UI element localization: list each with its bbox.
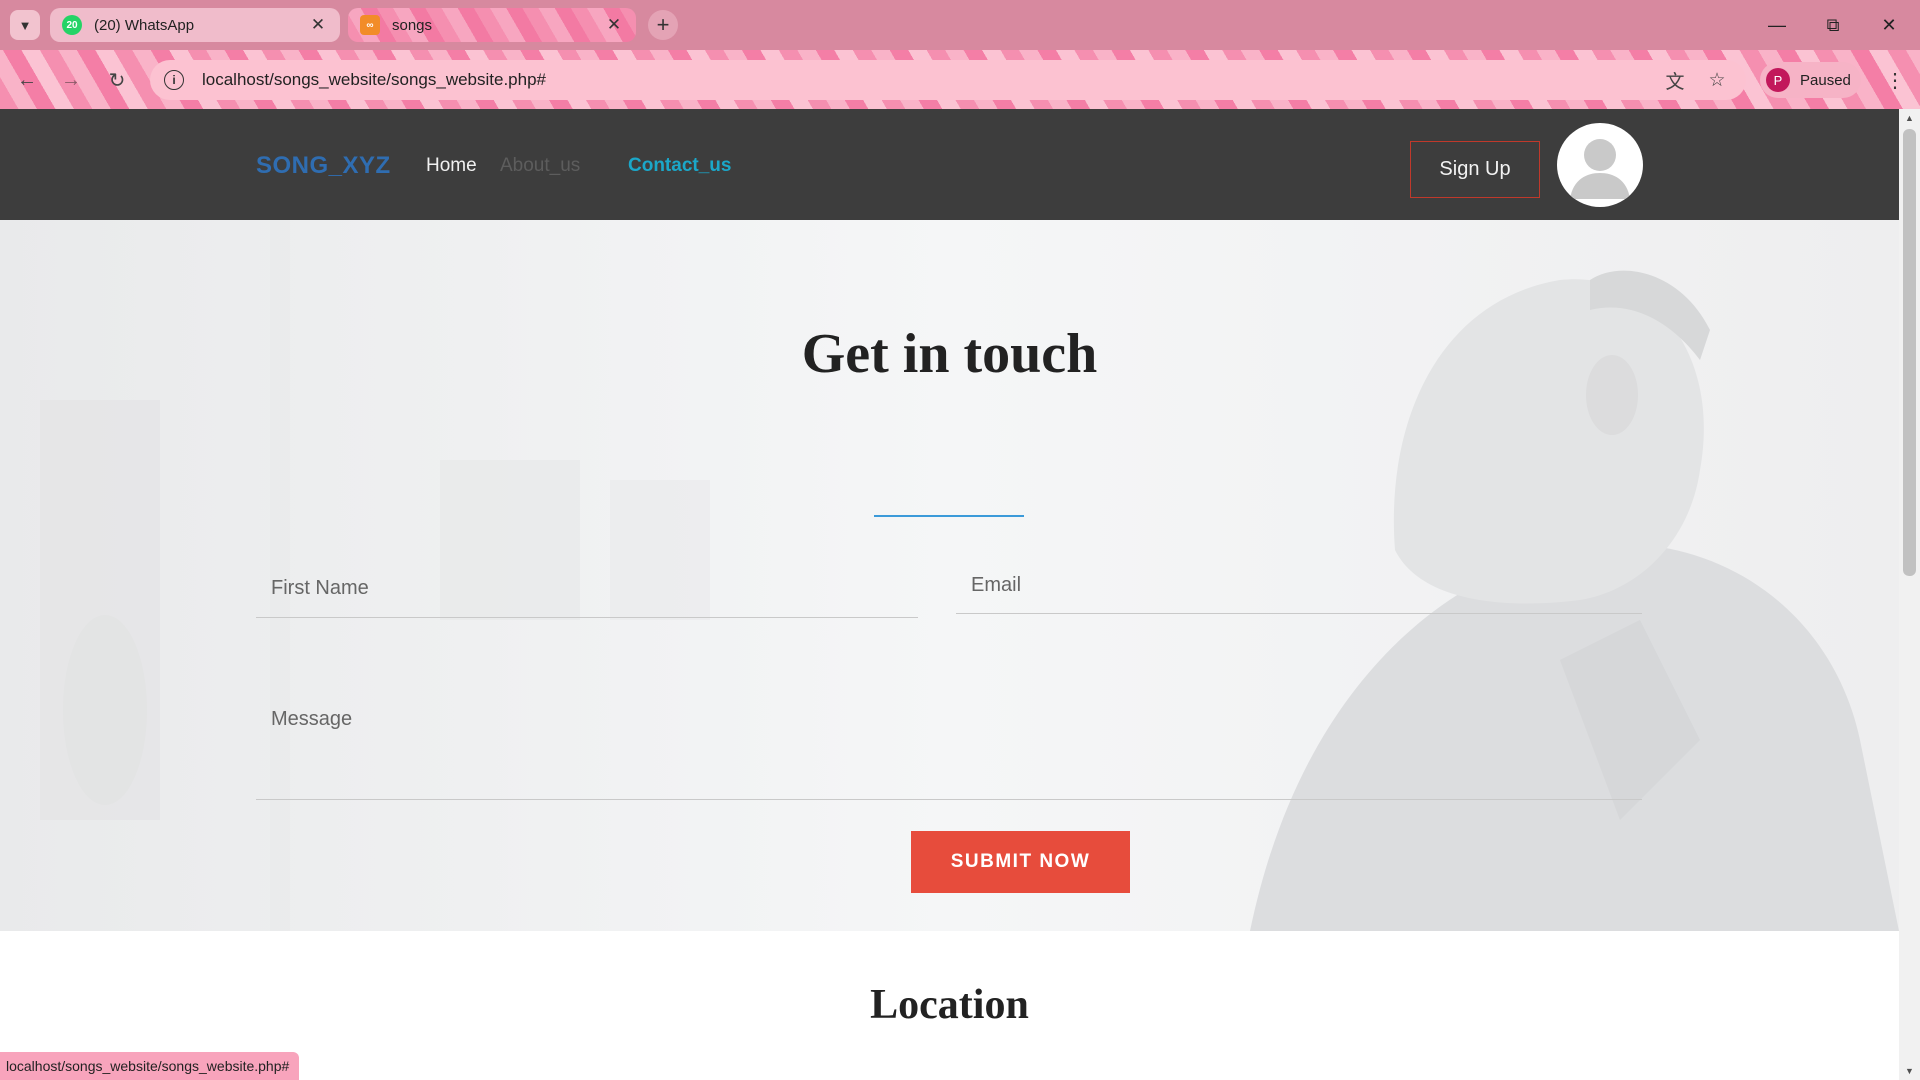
restore-button[interactable]: ⧉ (1810, 8, 1856, 42)
user-avatar[interactable] (1557, 123, 1643, 207)
minimize-icon: — (1768, 14, 1786, 35)
page-viewport: SONG_XYZ Home About_us Contact_us Sign U… (0, 109, 1920, 1080)
close-icon[interactable]: ✕ (308, 15, 328, 35)
reload-button[interactable]: ↻ (100, 63, 134, 97)
nav-link-about[interactable]: About_us (500, 155, 580, 177)
arrow-right-icon: → (61, 68, 81, 91)
page-scrollbar[interactable]: ▲ ▼ (1899, 109, 1920, 1080)
info-icon[interactable]: i (164, 70, 184, 90)
profile-button[interactable]: P Paused (1760, 62, 1861, 98)
restore-icon: ⧉ (1826, 14, 1840, 35)
first-name-input[interactable] (256, 560, 918, 618)
tab-songs[interactable]: ∞ songs ✕ (348, 8, 636, 42)
nav-link-home[interactable]: Home (426, 155, 477, 177)
chevron-down-icon: ▼ (18, 17, 32, 33)
back-button[interactable]: ← (10, 63, 44, 97)
profile-status: Paused (1800, 71, 1851, 89)
submit-button[interactable]: SUBMIT NOW (911, 831, 1130, 893)
arrow-left-icon: ← (17, 68, 37, 91)
new-tab-button[interactable]: + (648, 10, 678, 40)
xampp-icon: ∞ (360, 15, 380, 35)
tab-whatsapp[interactable]: 20 (20) WhatsApp ✕ (50, 8, 340, 42)
contact-heading: Get in touch (801, 323, 1098, 385)
url-text[interactable]: localhost/songs_website/songs_website.ph… (202, 70, 1648, 90)
site-navbar: SONG_XYZ Home About_us Contact_us Sign U… (0, 109, 1899, 220)
contact-section: Get in touch SUBMIT NOW (0, 220, 1899, 931)
star-icon[interactable]: ☆ (1702, 69, 1732, 92)
scroll-down-arrow-icon[interactable]: ▼ (1899, 1062, 1920, 1080)
reload-icon: ↻ (108, 69, 126, 92)
tab-title: songs (392, 16, 433, 34)
browser-toolbar: ← → ↻ i localhost/songs_website/songs_we… (0, 50, 1920, 109)
tab-search-menu-button[interactable]: ▼ (10, 10, 40, 40)
plus-icon: + (656, 12, 670, 37)
heading-divider (874, 515, 1024, 517)
forward-button[interactable]: → (54, 63, 88, 97)
scrollbar-thumb[interactable] (1903, 129, 1916, 576)
message-textarea[interactable] (256, 694, 1642, 800)
translate-icon[interactable]: 文 (1660, 67, 1690, 94)
nav-link-contact[interactable]: Contact_us (628, 155, 731, 177)
status-url-bubble: localhost/songs_website/songs_website.ph… (0, 1052, 300, 1080)
email-input[interactable] (956, 558, 1642, 614)
browser-menu-button[interactable]: ⋮ (1880, 63, 1910, 97)
profile-avatar: P (1766, 68, 1790, 92)
scroll-up-arrow-icon[interactable]: ▲ (1899, 109, 1920, 127)
close-window-button[interactable]: ✕ (1866, 8, 1912, 42)
browser-tabstrip: ▼ 20 (20) WhatsApp ✕ ∞ songs ✕ + — ⧉ ✕ (0, 0, 1920, 50)
address-bar[interactable]: i localhost/songs_website/songs_website.… (150, 60, 1746, 100)
minimize-button[interactable]: — (1754, 8, 1800, 42)
close-icon[interactable]: ✕ (604, 15, 624, 35)
whatsapp-icon: 20 (62, 15, 82, 35)
location-heading: Location (870, 982, 1029, 1028)
tab-title: (20) WhatsApp (94, 16, 195, 34)
signup-button[interactable]: Sign Up (1410, 141, 1540, 198)
user-silhouette-icon (1570, 139, 1630, 199)
site-brand[interactable]: SONG_XYZ (256, 152, 391, 180)
more-vertical-icon: ⋮ (1885, 69, 1905, 92)
close-icon: ✕ (1881, 14, 1897, 35)
